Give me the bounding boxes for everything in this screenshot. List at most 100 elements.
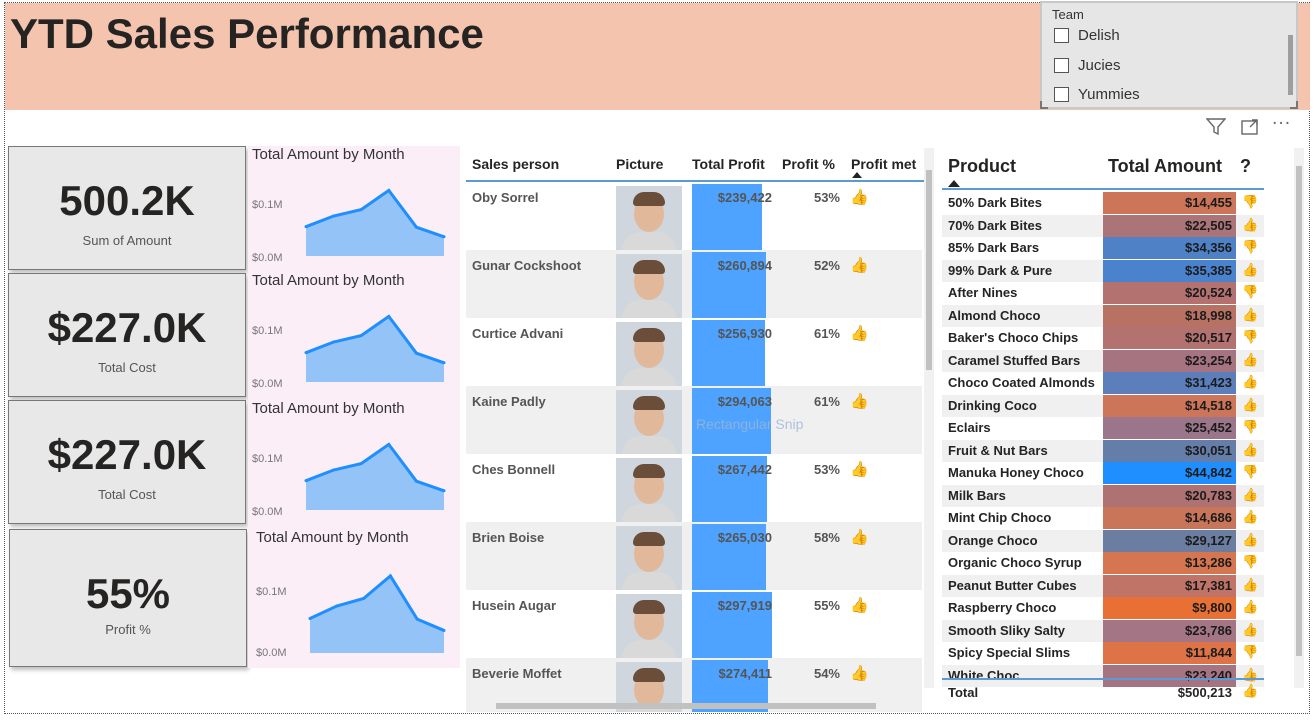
table-row[interactable]: Baker's Choco Chips $20,517 👎 [942,327,1264,349]
thumbs-up-icon: 👍 [1242,374,1259,389]
vertical-scrollbar[interactable] [1294,148,1304,688]
table-row[interactable]: Choco Coated Almonds $31,423 👍 [942,372,1264,394]
table-row[interactable]: 70% Dark Bites $22,505 👍 [942,214,1264,237]
column-header-total-profit[interactable]: Total Profit [692,156,765,172]
product-table[interactable]: Product Total Amount ? 50% Dark Bites $14… [942,148,1306,708]
table-row[interactable]: Smooth Sliky Salty $23,786 👍 [942,619,1264,642]
table-row[interactable]: 50% Dark Bites $14,455 👎 [942,192,1264,214]
column-header-indicator[interactable]: ? [1240,156,1251,177]
slicer-option-jucies[interactable]: Jucies [1054,57,1121,74]
checkbox[interactable] [1054,87,1069,102]
data-point[interactable] [442,361,446,365]
product-name: Fruit & Nut Bars [948,442,1048,458]
data-point[interactable] [414,351,418,355]
column-header-sales-person[interactable]: Sales person [472,156,559,172]
sales-person-table[interactable]: Sales person Picture Total Profit Profit… [466,148,934,712]
data-point[interactable] [414,479,418,483]
sort-ascending-icon[interactable] [948,180,960,187]
sales-person-photo [616,526,682,590]
data-point[interactable] [387,188,391,192]
table-row[interactable]: Drinking Coco $14,518 👍 [942,394,1264,417]
data-point[interactable] [335,604,339,608]
sparkline-chart[interactable]: Total Amount by Month $0.1M $0.0M [252,529,458,667]
product-name: Milk Bars [948,487,1006,503]
slicer-option-label: Yummies [1078,86,1140,103]
checkbox[interactable] [1054,28,1069,43]
table-row[interactable]: Curtice Advani $256,930 61% 👍 [466,318,922,386]
table-row[interactable]: Oby Sorrel $239,422 53% 👍 [466,182,922,250]
data-point[interactable] [415,617,419,621]
data-point[interactable] [308,617,312,621]
data-point[interactable] [359,208,363,212]
column-header-picture[interactable]: Picture [616,156,663,172]
table-row[interactable]: Peanut Butter Cubes $17,381 👍 [942,574,1264,597]
data-point[interactable] [332,214,336,218]
data-point[interactable] [304,225,308,229]
data-point[interactable] [388,574,392,578]
filter-icon[interactable] [1205,118,1227,141]
kpi-label: Sum of Amount [82,233,172,248]
scrollbar-thumb[interactable] [926,170,932,370]
slicer-scrollbar[interactable] [1288,35,1293,95]
data-point[interactable] [304,479,308,483]
table-row[interactable]: After Nines $20,524 👎 [942,282,1264,304]
sparkline-chart[interactable]: Total Amount by Month $0.1M $0.0M [248,272,458,396]
scrollbar-thumb[interactable] [1296,166,1302,656]
checkbox[interactable] [1054,58,1069,73]
resize-handle[interactable] [1040,101,1048,109]
focus-mode-icon[interactable] [1240,118,1260,141]
table-row[interactable]: Gunar Cockshoot $260,894 52% 👍 [466,250,922,318]
table-row[interactable]: Caramel Stuffed Bars $23,254 👍 [942,349,1264,372]
sort-ascending-icon[interactable] [852,172,862,178]
team-slicer[interactable]: Team Delish Jucies Yummies [1040,1,1298,109]
column-header-total-amount[interactable]: Total Amount [1108,156,1222,177]
column-header-profit-pct[interactable]: Profit % [782,156,835,172]
column-header-profit-met[interactable]: Profit met [851,156,923,172]
resize-handle[interactable] [1290,101,1298,109]
total-profit-value: $294,063 [717,394,772,409]
table-row[interactable]: Ches Bonnell $267,442 53% 👍 [466,454,922,522]
data-point[interactable] [442,235,446,239]
table-row[interactable]: Orange Choco $29,127 👍 [942,529,1264,552]
table-row[interactable]: Spicy Special Slims $11,844 👎 [942,642,1264,664]
horizontal-scrollbar[interactable] [466,700,922,710]
data-point[interactable] [332,468,336,472]
sparkline-chart[interactable]: Total Amount by Month $0.1M $0.0M [248,400,458,524]
table-row[interactable]: Eclairs $25,452 👎 [942,417,1264,439]
table-row[interactable]: Brien Boise $265,030 58% 👍 [466,522,922,590]
data-point[interactable] [359,462,363,466]
data-point[interactable] [359,334,363,338]
table-row[interactable]: Fruit & Nut Bars $30,051 👍 [942,439,1264,462]
sparkline-chart[interactable]: Total Amount by Month $0.1M $0.0M [248,146,458,270]
table-row[interactable]: Mint Chip Choco $14,686 👍 [942,507,1264,529]
data-point[interactable] [362,596,366,600]
table-row[interactable]: Almond Choco $18,998 👍 [942,304,1264,327]
table-row[interactable]: Raspberry Choco $9,800 👍 [942,597,1264,619]
table-row[interactable]: Milk Bars $20,783 👍 [942,484,1264,507]
vertical-scrollbar[interactable] [924,148,934,688]
thumbs-up-icon: 👍 [1242,683,1259,698]
kpi-value: 500.2K [59,177,195,224]
slicer-option-yummies[interactable]: Yummies [1054,86,1140,103]
data-point[interactable] [304,351,308,355]
data-point[interactable] [442,628,446,632]
table-row[interactable]: Manuka Honey Choco $44,842 👎 [942,462,1264,484]
data-point[interactable] [332,340,336,344]
kpi-value: 55% [85,570,171,617]
table-row[interactable]: Husein Augar $297,919 55% 👍 [466,590,922,658]
data-point[interactable] [442,489,446,493]
more-options-icon[interactable]: ··· [1272,114,1291,134]
slicer-option-delish[interactable]: Delish [1054,27,1120,44]
data-point[interactable] [387,442,391,446]
table-row[interactable]: Organic Choco Syrup $13,286 👎 [942,552,1264,574]
table-row[interactable]: 85% Dark Bars $34,356 👎 [942,237,1264,259]
table-row[interactable]: 99% Dark & Pure $35,385 👍 [942,259,1264,282]
slicer-title: Team [1052,7,1084,22]
column-header-product[interactable]: Product [948,156,1016,177]
sales-person-name: Beverie Moffet [472,666,562,681]
thumbs-down-icon: 👎 [1242,554,1259,569]
scrollbar-thumb[interactable] [496,703,876,709]
table-row[interactable]: Kaine Padly $294,063 61% 👍 [466,386,922,454]
data-point[interactable] [387,314,391,318]
data-point[interactable] [414,225,418,229]
